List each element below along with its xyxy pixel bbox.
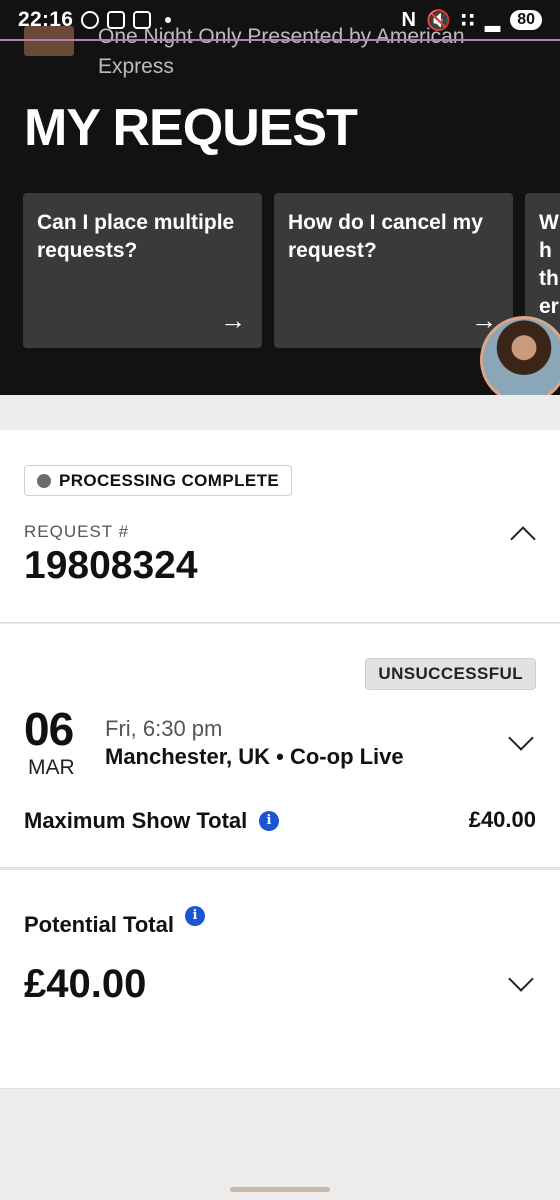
- status-dot-icon: [37, 473, 51, 488]
- faq-question: Wh th er: [539, 211, 559, 318]
- screenshot-icon: [107, 11, 126, 29]
- request-number: 19808324: [24, 544, 198, 587]
- chevron-up-icon[interactable]: [510, 526, 536, 552]
- potential-total-card[interactable]: Potential Total i £40.00: [0, 869, 560, 1089]
- signal-icon: ▂: [484, 9, 501, 32]
- info-icon[interactable]: i: [185, 906, 205, 926]
- home-indicator[interactable]: [230, 1187, 330, 1192]
- faq-question: Can I place multiple requests?: [37, 211, 235, 262]
- show-time: Fri, 6:30 pm: [105, 716, 223, 741]
- system-icons: N 🔇 ∷ ▂ 80: [402, 8, 542, 33]
- show-month: MAR: [28, 756, 75, 779]
- arrow-right-icon: →: [220, 305, 246, 335]
- show-venue: Manchester, UK • Co-op Live: [105, 744, 404, 769]
- status-bar: 22:16 N 🔇 ∷ ▂ 80: [0, 0, 560, 40]
- max-total-label: Maximum Show Total: [24, 808, 248, 833]
- faq-card-cancel-request[interactable]: How do I cancel my request? →: [274, 193, 513, 348]
- status-badge: PROCESSING COMPLETE: [24, 465, 293, 496]
- status-text: PROCESSING COMPLETE: [59, 470, 280, 490]
- info-icon[interactable]: i: [259, 811, 279, 831]
- faq-question: How do I cancel my request?: [288, 211, 483, 262]
- mute-icon: 🔇: [425, 9, 451, 32]
- messenger-icon: [81, 11, 100, 29]
- more-notifications-icon: [165, 17, 172, 23]
- request-card: PROCESSING COMPLETE REQUEST # 19808324: [0, 430, 560, 623]
- calendar-icon: [133, 11, 152, 29]
- page-title: MY REQUEST: [24, 99, 358, 157]
- chat-head-avatar[interactable]: [480, 316, 560, 395]
- show-card[interactable]: UNSUCCESSFUL 06 MAR Fri, 6:30 pm Manches…: [0, 624, 560, 868]
- notification-icons: [81, 11, 172, 29]
- show-day: 06: [24, 703, 74, 755]
- status-time: 22:16: [18, 8, 74, 31]
- max-total-value: £40.00: [468, 807, 536, 832]
- chevron-down-icon[interactable]: [508, 966, 534, 992]
- status-divider: [0, 39, 560, 41]
- wifi-icon: ∷: [460, 9, 475, 32]
- request-number-label: REQUEST #: [24, 522, 130, 541]
- result-badge: UNSUCCESSFUL: [365, 658, 536, 690]
- nfc-icon: N: [401, 8, 416, 31]
- potential-total-value: £40.00: [24, 962, 147, 1006]
- potential-total-label: Potential Total: [24, 912, 174, 937]
- faq-card-multiple-requests[interactable]: Can I place multiple requests? →: [23, 193, 262, 348]
- chevron-down-icon[interactable]: [508, 725, 534, 751]
- header-region: 22:16 N 🔇 ∷ ▂ 80 One Night Only Presente…: [0, 0, 560, 395]
- battery-indicator: 80: [510, 10, 542, 30]
